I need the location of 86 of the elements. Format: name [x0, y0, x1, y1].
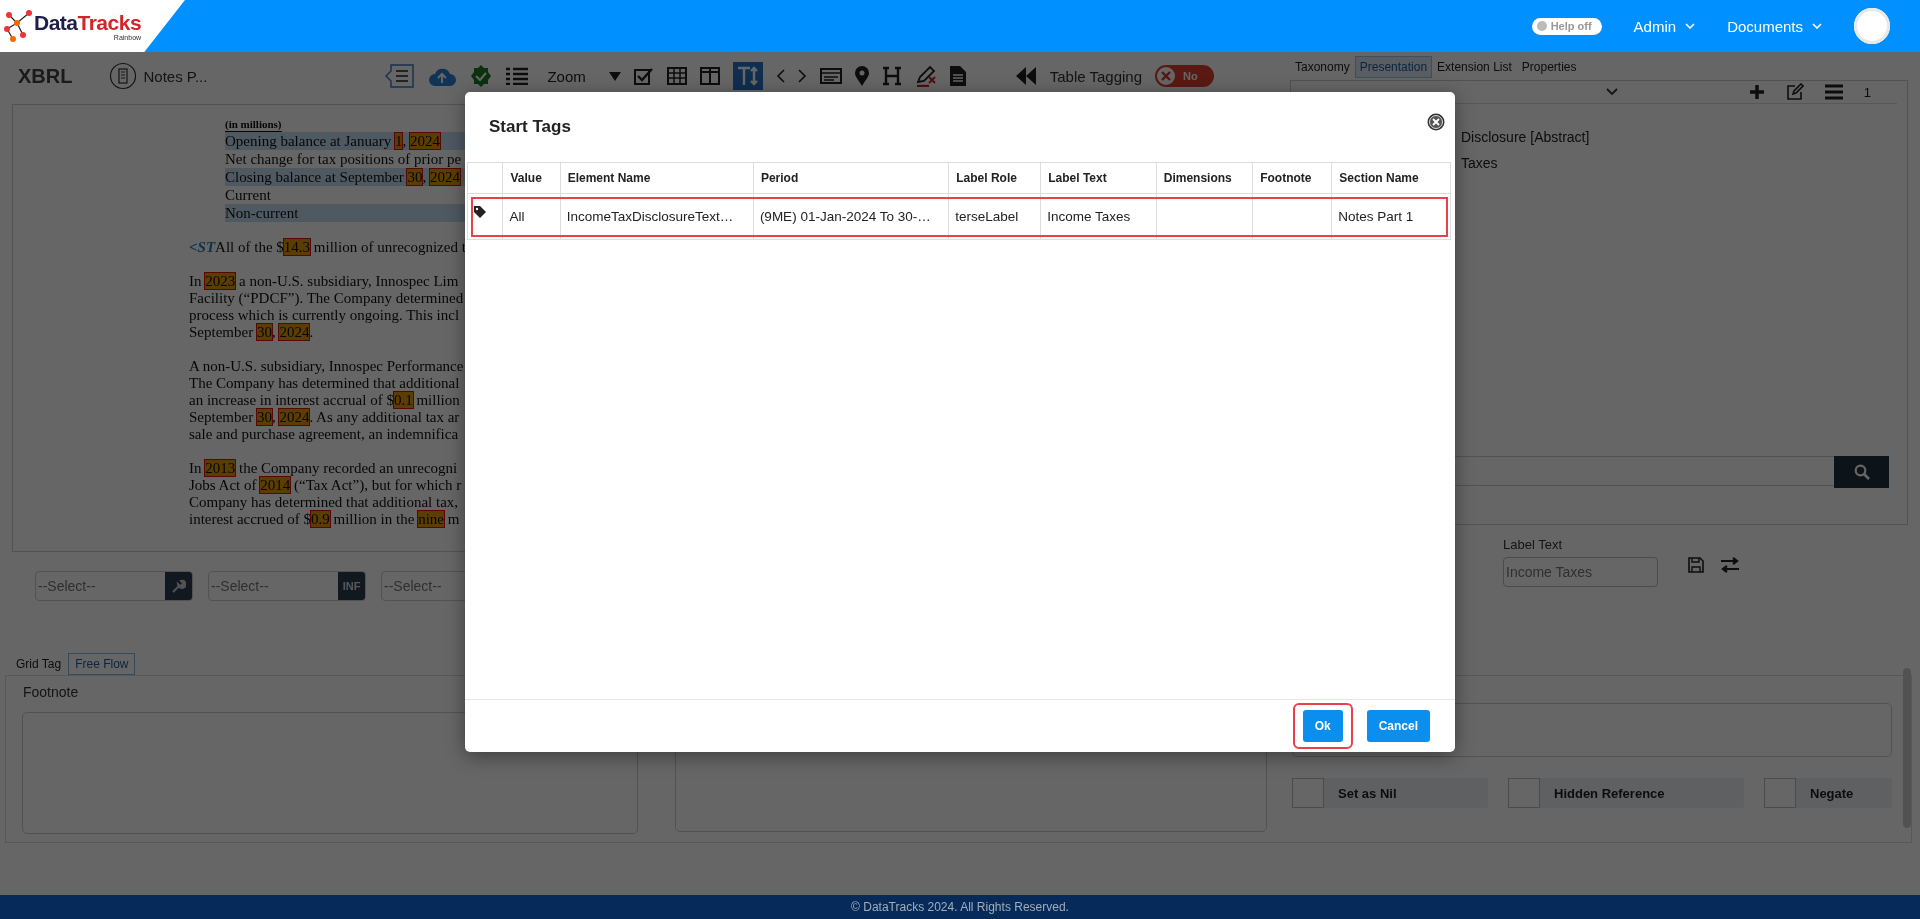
tree-item[interactable]: Taxes [1461, 150, 1907, 176]
document-text-line: Facility (“PDCF”). The Company determined [189, 290, 465, 307]
zoom-label: Zoom [547, 67, 586, 85]
caret-down-icon[interactable] [608, 71, 621, 81]
check-badge-icon[interactable] [469, 64, 494, 88]
checkbox[interactable] [1764, 778, 1796, 808]
tab[interactable]: Presentation [1354, 56, 1433, 78]
column-header: Element Name [567, 171, 651, 185]
close-icon[interactable] [1427, 113, 1445, 131]
inf-button[interactable]: INF [338, 572, 365, 600]
logo-text: DataTracks [34, 11, 142, 34]
document-icon[interactable] [949, 66, 966, 86]
edit-icon[interactable] [1785, 83, 1804, 101]
menu-dropdown[interactable]: Documents [1727, 17, 1822, 35]
table-row-text: Net change for tax positions of prior pe [225, 150, 463, 168]
search-icon [1853, 464, 1870, 480]
building-icon[interactable] [109, 62, 138, 90]
wrench-icon [171, 579, 186, 593]
swap-icon[interactable] [1720, 557, 1740, 573]
list-icon[interactable] [506, 67, 529, 85]
chevron-left-icon[interactable] [775, 69, 785, 83]
chevron-down-icon [1685, 23, 1696, 29]
flag-option[interactable]: Negate [1764, 778, 1892, 808]
column-header: Footnote [1260, 171, 1312, 185]
flag-option[interactable]: Hidden Reference [1508, 778, 1744, 808]
document-text-line: sale and purchase agreement, an indemnifica [189, 426, 460, 443]
list-icon[interactable] [385, 63, 416, 89]
item-count: 1 [1863, 84, 1871, 100]
wrench-button[interactable] [165, 572, 192, 600]
document-text-line: The Company has determined that additional [189, 375, 461, 392]
column-header: Dimensions [1163, 171, 1232, 185]
flag-option[interactable]: Set as Nil [1292, 778, 1488, 808]
label-text-label: Label Text [1503, 537, 1564, 552]
x-icon [1161, 71, 1172, 81]
dialog-button[interactable]: Cancel [1366, 710, 1430, 742]
footnote-label: Footnote [23, 684, 80, 700]
table-icon[interactable] [666, 67, 687, 85]
app-title: XBRL [18, 64, 73, 88]
tree-item[interactable]: Disclosure [Abstract] [1461, 124, 1907, 150]
menu-icon[interactable] [1824, 84, 1843, 100]
columns-icon[interactable] [699, 67, 720, 85]
marker-icon[interactable] [914, 65, 937, 87]
copyright-text: © DataTracks 2024. All Rights Reserved. [851, 900, 1069, 914]
table-tagging-label: Table Tagging [1049, 67, 1143, 85]
save-icon[interactable] [1688, 557, 1704, 573]
map-pin-icon[interactable] [854, 66, 869, 86]
tab[interactable]: Free Flow [68, 653, 136, 675]
search-button[interactable] [1834, 456, 1889, 488]
avatar-icon[interactable] [1854, 8, 1890, 44]
table-cell: terseLabel [955, 209, 1019, 224]
card-icon[interactable] [819, 68, 842, 84]
table-row-text: Current [225, 186, 272, 204]
table-cell: Income Taxes [1047, 209, 1131, 224]
document-name[interactable]: Notes P... [143, 67, 208, 85]
table-cell: IncomeTaxDisclosureText… [566, 209, 734, 224]
document-text-line: A non-U.S. subsidiary, Innospec Performance [189, 358, 465, 375]
footnote-field[interactable] [22, 712, 638, 834]
checkbox[interactable] [1508, 778, 1540, 808]
tab[interactable]: Extension List [1432, 56, 1517, 78]
heading-icon[interactable] [881, 66, 902, 86]
tab[interactable]: Properties [1516, 56, 1582, 78]
document-text-line: process which is currently ongoing. This incl [189, 307, 461, 324]
tag-icon [474, 206, 486, 218]
text-height-icon[interactable] [732, 62, 763, 90]
table-cell: Notes Part 1 [1338, 209, 1414, 224]
plus-icon[interactable] [1748, 84, 1765, 100]
chevron-down-icon[interactable] [1605, 88, 1618, 96]
chevron-down-icon [1812, 23, 1822, 29]
column-header: Section Name [1339, 171, 1419, 185]
network-logo-icon [3, 9, 33, 43]
table-cell: All [509, 209, 525, 224]
checkbox[interactable] [1292, 778, 1324, 808]
checkbox-icon[interactable] [633, 67, 654, 85]
menu-dropdown[interactable]: Admin [1633, 17, 1696, 35]
tab[interactable]: Taxonomy [1290, 56, 1355, 78]
chevron-right-icon[interactable] [797, 69, 807, 83]
table-tagging-toggle[interactable]: No [1155, 65, 1214, 87]
document-text-line: Company has determined that additional tax, [189, 494, 460, 511]
dialog-button[interactable]: Ok [1302, 710, 1343, 742]
help-toggle[interactable]: Help off [1531, 17, 1602, 35]
column-header: Value [510, 171, 542, 185]
column-header: Label Text [1048, 171, 1107, 185]
column-header: Label Role [956, 171, 1017, 185]
tab[interactable]: Grid Tag [9, 653, 69, 675]
column-header: Period [760, 171, 799, 185]
rewind-icon[interactable] [1014, 67, 1037, 85]
